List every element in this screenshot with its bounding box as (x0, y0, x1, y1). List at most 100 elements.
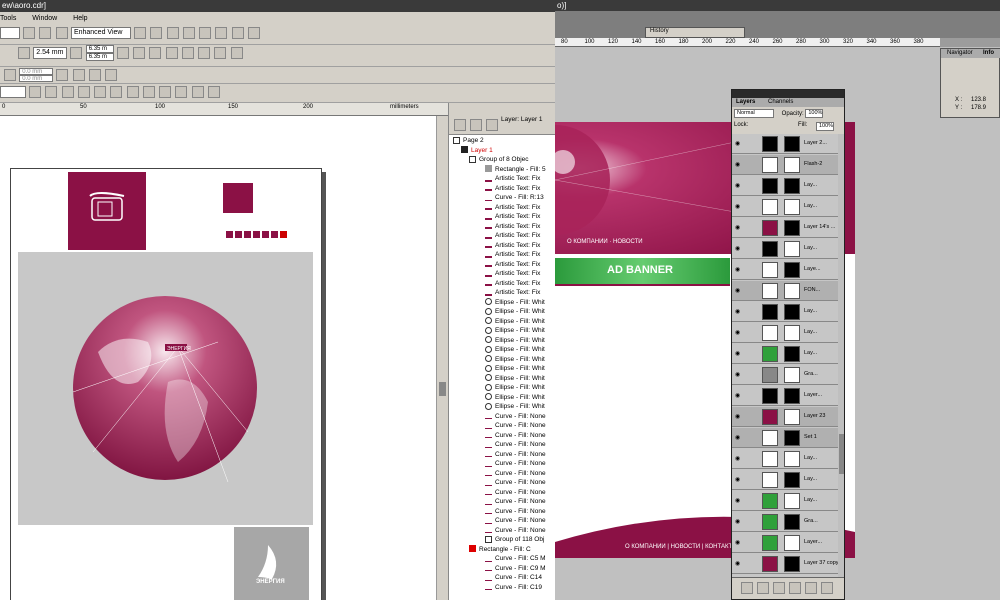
snap-objects-icon[interactable] (133, 47, 146, 59)
tree-item[interactable]: Rectangle - Fill: C (469, 545, 531, 555)
tree-item[interactable]: Ellipse - Fill: Whit (485, 317, 545, 327)
layer-row[interactable]: ◉ Lay... (732, 323, 838, 343)
tree-item[interactable]: Artistic Text: Fix (485, 279, 540, 289)
layer-row[interactable]: ◉ Layer... (732, 386, 838, 406)
tree-item[interactable]: Ellipse - Fill: Whit (485, 383, 545, 393)
tree-item[interactable]: Ellipse - Fill: Whit (485, 355, 545, 365)
layers-scrollbar[interactable] (838, 134, 844, 577)
eye-icon[interactable]: ◉ (735, 161, 742, 168)
layer-row[interactable]: ◉ Gra... (732, 365, 838, 385)
tab-info[interactable]: Info (983, 50, 994, 56)
normal-view-icon[interactable] (182, 27, 195, 39)
tree-item[interactable]: Curve - Fill: C19 (485, 583, 542, 593)
eye-icon[interactable]: ◉ (735, 140, 742, 147)
show-properties-icon[interactable] (454, 119, 466, 131)
pos-y-field[interactable]: 0.0 mm (19, 75, 54, 82)
tree-item[interactable]: Curve - Fill: C9 M (485, 564, 546, 574)
option-icon[interactable] (134, 27, 147, 39)
eye-icon[interactable]: ◉ (735, 308, 742, 315)
tree-item[interactable]: Ellipse - Fill: Whit (485, 393, 545, 403)
eye-icon[interactable]: ◉ (735, 182, 742, 189)
dropcap-icon[interactable] (110, 86, 123, 98)
layer-row[interactable]: ◉ Flash-2 (732, 155, 838, 175)
layer-row[interactable]: ◉ FON... (732, 281, 838, 301)
view-mode-select[interactable]: Enhanced View (70, 27, 131, 39)
eye-icon[interactable]: ◉ (735, 560, 742, 567)
eye-icon[interactable]: ◉ (735, 476, 742, 483)
tree-item[interactable]: Ellipse - Fill: Whit (485, 345, 545, 355)
size-field[interactable] (0, 86, 26, 98)
export-icon[interactable] (55, 27, 68, 39)
wireframe-icon[interactable] (150, 27, 163, 39)
tree-item[interactable]: Artistic Text: Fix (485, 174, 540, 184)
tree-item[interactable]: Artistic Text: Fix (485, 260, 540, 270)
horizontal-text-icon[interactable] (159, 86, 172, 98)
eye-icon[interactable]: ◉ (735, 392, 742, 399)
tree-item[interactable]: Artistic Text: Fix (485, 288, 540, 298)
import-icon[interactable] (39, 27, 52, 39)
tree-item[interactable]: Curve - Fill: None (485, 421, 546, 431)
align-c-icon[interactable] (88, 69, 101, 81)
history-palette-well[interactable]: History (645, 27, 745, 38)
draft-icon[interactable] (166, 27, 179, 39)
layer-row[interactable]: ◉ Layer 14's ... (732, 218, 838, 238)
layer-row[interactable]: ◉ Lay... (732, 197, 838, 217)
eye-icon[interactable]: ◉ (735, 287, 742, 294)
bold-icon[interactable] (29, 86, 42, 98)
nudge-field[interactable]: 2.54 mm (33, 47, 68, 59)
tree-page[interactable]: Page 2 (453, 136, 484, 146)
edit-across-layers-icon[interactable] (470, 119, 482, 131)
transform-icon[interactable] (231, 27, 244, 39)
tree-item[interactable]: Rectangle - Fill: 5 (485, 165, 546, 175)
layer-row[interactable]: ◉ Lay... (732, 239, 838, 259)
tree-item[interactable]: Curve - Fill: R:13 (485, 193, 544, 203)
scroll-thumb[interactable] (439, 382, 446, 396)
eye-icon[interactable]: ◉ (735, 434, 742, 441)
menu-tools[interactable]: Tools (0, 15, 16, 22)
layer-row[interactable]: ◉ Laye... (732, 260, 838, 280)
tree-item[interactable]: Ellipse - Fill: Whit (485, 326, 545, 336)
tree-item[interactable]: Curve - Fill: C14 (485, 573, 542, 583)
layer-row[interactable]: ◉ Lay... (732, 449, 838, 469)
align-d-icon[interactable] (105, 69, 118, 81)
layer-row[interactable]: ◉ Lay... (732, 344, 838, 364)
tree-item[interactable]: Curve - Fill: None (485, 412, 546, 422)
vertical-scrollbar[interactable] (436, 116, 448, 600)
eye-icon[interactable]: ◉ (735, 203, 742, 210)
tree-item[interactable]: Curve - Fill: None (485, 478, 546, 488)
tab-channels[interactable]: Channels (768, 99, 793, 105)
format-icon[interactable] (126, 86, 139, 98)
eye-icon[interactable]: ◉ (735, 266, 742, 273)
edit-text-icon[interactable] (142, 86, 155, 98)
layers-scroll-thumb[interactable] (839, 434, 844, 474)
blend-mode-select[interactable]: Normal (734, 109, 774, 118)
snap-guides-icon[interactable] (165, 47, 178, 59)
align-a-icon[interactable] (56, 69, 69, 81)
align-b-icon[interactable] (72, 69, 85, 81)
tree-item[interactable]: Curve - Fill: None (485, 516, 546, 526)
tab-layers[interactable]: Layers (736, 99, 755, 105)
tree-layer[interactable]: Layer 1 (461, 146, 493, 156)
dup-y-field[interactable]: 6.35 m (85, 53, 114, 61)
tab-navigator[interactable]: Navigator (947, 50, 973, 56)
layer-style-icon[interactable] (741, 582, 753, 594)
eye-icon[interactable]: ◉ (735, 224, 742, 231)
tree-item[interactable]: Artistic Text: Fix (485, 222, 540, 232)
opacity-field[interactable]: 100% (805, 109, 824, 118)
menu-window[interactable]: Window (32, 15, 57, 22)
layer-row[interactable]: ◉ Layer... (732, 533, 838, 553)
tree-item[interactable]: Curve - Fill: None (485, 488, 546, 498)
tree-item[interactable]: Curve - Fill: None (485, 450, 546, 460)
tree-item[interactable]: Artistic Text: Fix (485, 231, 540, 241)
text-close-icon[interactable] (207, 86, 220, 98)
option-d-icon[interactable] (214, 47, 227, 59)
layer-mask-icon[interactable] (757, 582, 769, 594)
tool-icon[interactable] (247, 27, 260, 39)
tree-item[interactable]: Curve - Fill: None (485, 507, 546, 517)
eye-icon[interactable]: ◉ (735, 371, 742, 378)
layer-row[interactable]: ◉ Lay... (732, 470, 838, 490)
option-b-icon[interactable] (181, 47, 194, 59)
layer-manager-icon[interactable] (486, 119, 498, 131)
eye-icon[interactable]: ◉ (735, 497, 742, 504)
eye-icon[interactable]: ◉ (735, 350, 742, 357)
